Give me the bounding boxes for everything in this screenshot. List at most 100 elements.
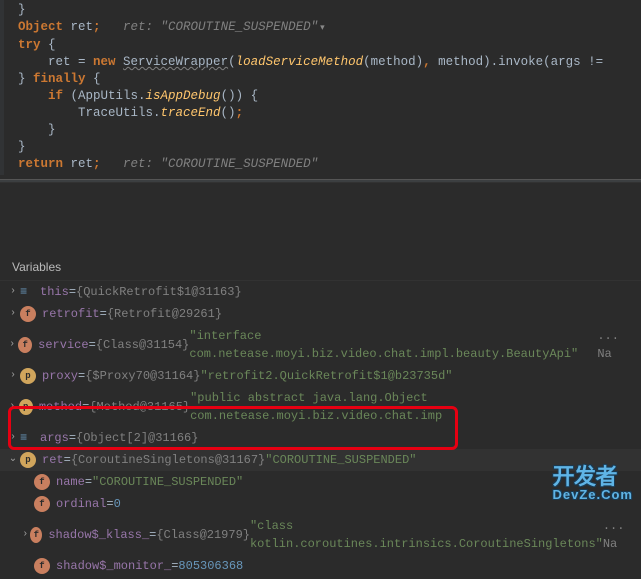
- code: (AppUtils.: [71, 89, 146, 103]
- var-string: "COROUTINE_SUSPENDED": [92, 473, 243, 491]
- expand-icon[interactable]: ›: [6, 429, 20, 447]
- brace: {: [93, 72, 101, 86]
- var-name: ordinal: [56, 495, 106, 513]
- var-value: {$Proxy70@31164}: [85, 367, 200, 385]
- equals: =: [106, 495, 113, 513]
- var-name: method: [39, 398, 82, 416]
- equals: =: [149, 526, 156, 544]
- panel-title: Variables: [0, 254, 641, 281]
- var-string: "COROUTINE_SUSPENDED": [265, 451, 416, 469]
- var-row-this[interactable]: › ≡ this = {QuickRetrofit$1@31163}: [0, 281, 641, 303]
- var-name: service: [38, 336, 88, 354]
- code-line: }: [4, 122, 641, 139]
- identifier: ret: [18, 55, 78, 69]
- semi: ;: [93, 157, 123, 171]
- code-line: Object ret; ret: "COROUTINE_SUSPENDED"▾: [4, 19, 641, 37]
- array-icon: ≡: [20, 283, 34, 301]
- var-row-method[interactable]: › p method = {Method@31165} "public abst…: [0, 387, 641, 427]
- var-value: {Retrofit@29261}: [107, 305, 222, 323]
- equals: =: [171, 557, 178, 575]
- var-row-service[interactable]: › f service = {Class@31154} "interface c…: [0, 325, 641, 365]
- semi: ;: [236, 106, 244, 120]
- equals: =: [100, 305, 107, 323]
- var-value: 805306368: [178, 557, 243, 575]
- var-row-monitor[interactable]: f shadow$_monitor_ = 805306368: [0, 555, 641, 577]
- array-icon: ≡: [20, 429, 34, 447]
- var-name: args: [40, 429, 69, 447]
- chevron-down-icon[interactable]: ▾: [320, 23, 325, 33]
- param-icon: p: [20, 452, 36, 468]
- keyword: return: [18, 157, 71, 171]
- var-string: "public abstract java.lang.Object com.ne…: [190, 389, 635, 425]
- expand-icon[interactable]: ›: [6, 305, 20, 323]
- var-value: {QuickRetrofit$1@31163}: [76, 283, 242, 301]
- code-line: ret = new ServiceWrapper(loadServiceMeth…: [4, 54, 641, 71]
- expand-icon[interactable]: ›: [6, 398, 19, 416]
- var-value: {Method@31165}: [89, 398, 190, 416]
- var-row-name[interactable]: f name = "COROUTINE_SUSPENDED": [0, 471, 641, 493]
- brace: }: [18, 140, 26, 154]
- var-row-ret[interactable]: ⌄ p ret = {CoroutineSingletons@31167} "C…: [0, 449, 641, 471]
- code-line: }: [4, 2, 641, 19]
- var-row-ordinal[interactable]: f ordinal = 0: [0, 493, 641, 515]
- expand-icon[interactable]: ›: [6, 367, 20, 385]
- comma: ,: [423, 55, 438, 69]
- code-line: return ret; ret: "COROUTINE_SUSPENDED": [4, 156, 641, 173]
- ellipsis: ... Na: [603, 517, 635, 553]
- brace: }: [18, 72, 33, 86]
- field-icon: f: [34, 496, 50, 512]
- indent: [18, 89, 48, 103]
- var-string: "class kotlin.coroutines.intrinsics.Coro…: [250, 517, 603, 553]
- equals: =: [78, 367, 85, 385]
- var-name: proxy: [42, 367, 78, 385]
- equals: =: [85, 473, 92, 491]
- field-icon: f: [34, 474, 50, 490]
- keyword: if: [48, 89, 71, 103]
- var-name: ret: [42, 451, 64, 469]
- method-call: traceEnd: [161, 106, 221, 120]
- var-name: retrofit: [42, 305, 100, 323]
- code-editor[interactable]: } Object ret; ret: "COROUTINE_SUSPENDED"…: [0, 0, 641, 175]
- expand-icon[interactable]: ›: [6, 336, 18, 354]
- var-value: 0: [114, 495, 121, 513]
- keyword: finally: [33, 72, 93, 86]
- expand-icon[interactable]: ›: [6, 283, 20, 301]
- identifier: ret: [71, 157, 94, 171]
- op: =: [78, 55, 93, 69]
- equals: =: [89, 336, 96, 354]
- paren: (: [228, 55, 236, 69]
- collapse-icon[interactable]: ⌄: [6, 451, 20, 469]
- var-value: {Class@31154}: [96, 336, 190, 354]
- field-icon: f: [34, 558, 50, 574]
- inline-hint: ret: "COROUTINE_SUSPENDED": [123, 20, 318, 34]
- code: ()) {: [221, 89, 259, 103]
- method-call: loadServiceMethod: [236, 55, 364, 69]
- equals: =: [64, 451, 71, 469]
- field-icon: f: [30, 527, 42, 543]
- equals: =: [69, 429, 76, 447]
- code-line: try {: [4, 37, 641, 54]
- var-string: "interface com.netease.moyi.biz.video.ch…: [189, 327, 597, 363]
- var-row-args[interactable]: › ≡ args = {Object[2]@31166}: [0, 427, 641, 449]
- method-call: isAppDebug: [146, 89, 221, 103]
- var-row-proxy[interactable]: › p proxy = {$Proxy70@31164} "retrofit2.…: [0, 365, 641, 387]
- equals: =: [82, 398, 89, 416]
- ellipsis: ... Na: [597, 327, 635, 363]
- var-value: {Class@21979}: [156, 526, 250, 544]
- param-icon: p: [19, 399, 33, 415]
- keyword: Object: [18, 20, 71, 34]
- code-line: if (AppUtils.isAppDebug()) {: [4, 88, 641, 105]
- inline-hint: ret: "COROUTINE_SUSPENDED": [123, 157, 318, 171]
- var-name: shadow$_klass_: [48, 526, 149, 544]
- args: (method): [363, 55, 423, 69]
- var-row-klass[interactable]: › f shadow$_klass_ = {Class@21979} "clas…: [0, 515, 641, 555]
- class-name: ServiceWrapper: [123, 55, 228, 69]
- expand-icon[interactable]: ›: [20, 526, 30, 544]
- code: TraceUtils.: [18, 106, 161, 120]
- code-line: } finally {: [4, 71, 641, 88]
- parens: (): [221, 106, 236, 120]
- field-icon: f: [18, 337, 32, 353]
- brace: }: [18, 3, 26, 17]
- var-row-retrofit[interactable]: › f retrofit = {Retrofit@29261}: [0, 303, 641, 325]
- var-name: shadow$_monitor_: [56, 557, 171, 575]
